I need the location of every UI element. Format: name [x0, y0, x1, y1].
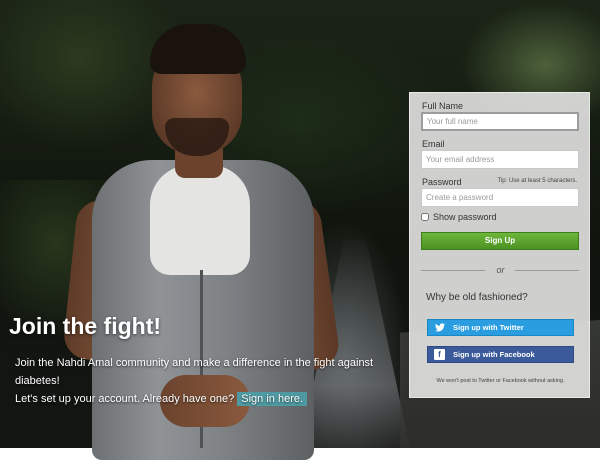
- show-password-toggle[interactable]: Show password: [421, 212, 497, 222]
- twitter-signup-button[interactable]: Sign up with Twitter: [427, 319, 574, 336]
- hero-line-1: Join the Nahdi Amal community and make a…: [15, 357, 374, 387]
- twitter-bird-icon: [434, 322, 445, 333]
- email-label: Email: [422, 139, 445, 149]
- password-label: Password: [422, 177, 462, 187]
- full-name-input[interactable]: [421, 112, 579, 131]
- show-password-checkbox[interactable]: [421, 213, 429, 221]
- hero-line-2-text: Let's set up your account. Already have …: [15, 393, 235, 405]
- facebook-signup-label: Sign up with Facebook: [453, 350, 535, 359]
- person-hair: [150, 24, 246, 74]
- social-signup-heading: Why be old fashioned?: [426, 292, 528, 303]
- signup-form-panel: Full Name Email Password Tip: Use at lea…: [409, 92, 590, 398]
- password-tip: Tip: Use at least 5 characters.: [497, 178, 577, 184]
- email-input[interactable]: [421, 150, 579, 169]
- twitter-signup-label: Sign up with Twitter: [453, 323, 524, 332]
- sign-in-link[interactable]: Sign in here.: [237, 392, 308, 406]
- full-name-label: Full Name: [422, 101, 464, 111]
- hero-description: Join the Nahdi Amal community and make a…: [15, 354, 405, 408]
- hero-title: Join the fight!: [9, 313, 162, 339]
- hero-line-2: Let's set up your account. Already have …: [15, 390, 405, 408]
- facebook-signup-button[interactable]: f Sign up with Facebook: [427, 346, 574, 363]
- person-tshirt: [150, 165, 250, 275]
- social-disclaimer: We won't post to Twitter or Facebook wit…: [436, 378, 565, 384]
- show-password-label: Show password: [433, 212, 497, 222]
- or-divider-right: [515, 270, 579, 271]
- password-input[interactable]: [421, 188, 579, 207]
- facebook-f-icon: f: [434, 349, 445, 360]
- sign-up-button[interactable]: Sign Up: [421, 232, 579, 250]
